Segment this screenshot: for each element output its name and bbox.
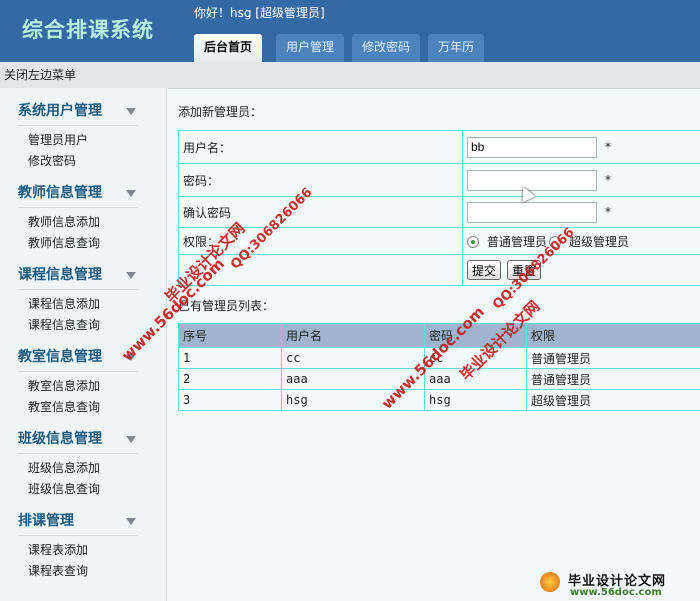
sidebar-item[interactable]: 课程表添加 (18, 540, 138, 561)
col-username: 用户名 (281, 323, 425, 348)
required-mark: * (605, 140, 611, 154)
chevron-down-icon[interactable] (126, 436, 136, 443)
sidebar-group-title[interactable]: 系统用户管理 (18, 100, 138, 126)
col-role: 权限 (526, 323, 700, 348)
sidebar-group: 排课管理课程表添加 课程表查询 (18, 510, 138, 582)
add-admin-title: 添加新管理员： (178, 105, 263, 119)
sidebar-item[interactable]: 修改密码 (18, 151, 138, 172)
sidebar-group-title[interactable]: 班级信息管理 (18, 428, 138, 454)
sidebar-group: 课程信息管理课程信息添加 课程信息查询 (18, 264, 138, 336)
sidebar-group: 系统用户管理管理员用户 修改密码 (18, 100, 138, 172)
required-mark: * (605, 173, 611, 187)
footer-logo-url: www.56doc.com (570, 587, 662, 598)
chevron-down-icon[interactable] (126, 518, 136, 525)
sidebar-group-title[interactable]: 排课管理 (18, 510, 138, 536)
table-cell: hsg (424, 389, 527, 411)
sidebar-group-title[interactable]: 教师信息管理 (18, 182, 138, 208)
sidebar-item[interactable]: 教师信息添加 (18, 212, 138, 233)
table-cell: 超级管理员 (526, 389, 700, 411)
group-title-text: 系统用户管理 (18, 103, 102, 119)
group-title-text: 教室信息管理 (18, 349, 102, 365)
group-title-text: 班级信息管理 (18, 431, 102, 447)
logo-ball-icon (540, 572, 560, 592)
chevron-down-icon[interactable] (126, 108, 136, 115)
confirm-password-label: 确认密码 (178, 196, 463, 228)
role-normal-radio[interactable] (467, 236, 479, 248)
chevron-down-icon[interactable] (126, 190, 136, 197)
add-admin-form: 用户名： * 密码： * 确认密码 * 权限： 普通管理员超级管理员 提交重置 (178, 130, 700, 286)
submit-button[interactable]: 提交 (467, 260, 502, 280)
group-title-text: 排课管理 (18, 513, 74, 529)
sidebar-group: 班级信息管理班级信息添加 班级信息查询 (18, 428, 138, 500)
col-index: 序号 (178, 323, 282, 348)
username-input[interactable] (467, 136, 597, 158)
sidebar-group: 教师信息管理教师信息添加 教师信息查询 (18, 182, 138, 254)
table-cell: 普通管理员 (526, 368, 700, 390)
sidebar-item[interactable]: 课程表查询 (18, 561, 138, 582)
tab-user-management[interactable]: 用户管理 (276, 34, 345, 62)
sidebar-item[interactable]: 课程信息添加 (18, 294, 138, 315)
table-cell: cc (281, 347, 425, 369)
confirm-password-input[interactable] (467, 201, 597, 223)
menu-bar: 关闭左边菜单 (0, 62, 700, 88)
chevron-down-icon[interactable] (126, 272, 136, 279)
tab-home[interactable]: 后台首页 (194, 34, 263, 62)
role-super-label: 超级管理员 (569, 234, 630, 249)
table-row: 2 aaa aaa 普通管理员 (178, 368, 700, 390)
sidebar-group: 教室信息管理教室信息添加 教室信息查询 (18, 346, 138, 418)
group-title-text: 教师信息管理 (18, 185, 102, 201)
password-input[interactable] (467, 169, 597, 191)
table-cell: 普通管理员 (526, 347, 700, 369)
admin-list-table: 序号 用户名 密码 权限 1 cc cc 普通管理员 2 aaa aaa 普通管理员 3 hsg h… (178, 323, 700, 411)
sidebar-item[interactable]: 课程信息查询 (18, 315, 138, 336)
toggle-left-menu-link[interactable]: 关闭左边菜单 (4, 68, 76, 82)
table-cell: 1 (178, 347, 282, 369)
app-logo: 综合排课系统 (22, 18, 154, 42)
role-normal-label: 普通管理员 (487, 234, 548, 249)
sidebar-group-title[interactable]: 课程信息管理 (18, 264, 138, 290)
tab-calendar[interactable]: 万年历 (428, 34, 485, 62)
required-mark: * (605, 205, 611, 219)
table-row: 3 hsg hsg 超级管理员 (178, 389, 700, 411)
username-label: 用户名： (178, 130, 463, 164)
sidebar-item[interactable]: 教师信息查询 (18, 233, 138, 254)
sidebar-item[interactable]: 班级信息添加 (18, 458, 138, 479)
password-label: 密码： (178, 163, 463, 197)
sidebar-item[interactable]: 班级信息查询 (18, 479, 138, 500)
table-cell: 3 (178, 389, 282, 411)
sidebar-item[interactable]: 教室信息添加 (18, 376, 138, 397)
sidebar-item[interactable]: 管理员用户 (18, 130, 138, 151)
group-title-text: 课程信息管理 (18, 267, 102, 283)
header: 综合排课系统 你好！hsg [超级管理员] 后台首页 用户管理 修改密码 万年历 (0, 0, 700, 62)
user-greeting: 你好！hsg [超级管理员] (194, 6, 325, 20)
table-cell: 2 (178, 368, 282, 390)
sidebar-item[interactable]: 教室信息查询 (18, 397, 138, 418)
tab-change-password[interactable]: 修改密码 (352, 34, 421, 62)
